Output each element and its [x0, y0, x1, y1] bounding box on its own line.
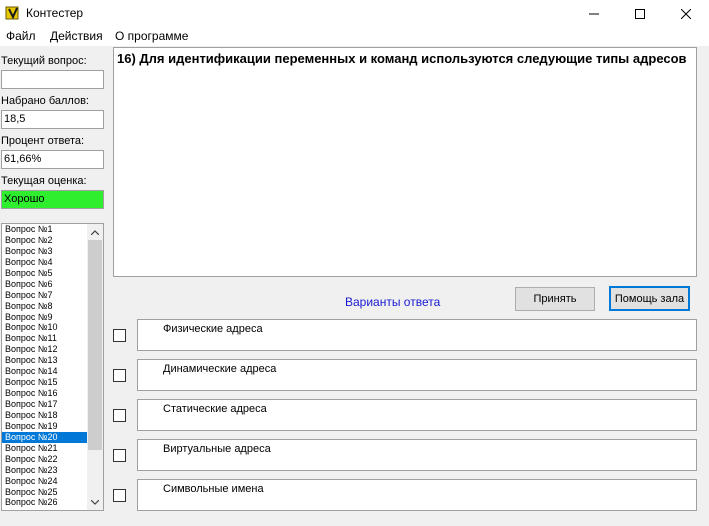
menu-actions[interactable]: Действия: [50, 29, 103, 43]
question-list-item[interactable]: Вопрос №25: [2, 487, 88, 498]
grade-field: Хорошо: [1, 190, 104, 209]
question-list-items: Вопрос №1 Вопрос №2 Вопрос №3 Вопрос №4 Вопр…: [2, 224, 88, 508]
question-list-item[interactable]: Вопрос №11: [2, 333, 88, 344]
minimize-button[interactable]: [571, 0, 617, 27]
answer-checkbox-4[interactable]: [113, 449, 126, 462]
question-list-item[interactable]: Вопрос №6: [2, 279, 88, 290]
scroll-down-button[interactable]: [87, 494, 103, 510]
answer-option-4[interactable]: Виртуальные адреса: [137, 439, 697, 471]
maximize-icon: [635, 8, 645, 19]
score-label: Набрано баллов:: [1, 95, 89, 107]
menu-bar: Файл Действия О программе: [0, 27, 709, 46]
question-text-box: 16) Для идентификации переменных и коман…: [113, 47, 697, 277]
maximize-button[interactable]: [617, 0, 663, 27]
answer-text-1: Физические адреса: [163, 323, 263, 335]
grade-label: Текущая оценка:: [1, 175, 87, 187]
question-list-item[interactable]: Вопрос №14: [2, 366, 88, 377]
question-list-item[interactable]: Вопрос №3: [2, 246, 88, 257]
help-button[interactable]: Помощь зала: [609, 286, 690, 311]
answer-checkbox-1[interactable]: [113, 329, 126, 342]
scroll-up-button[interactable]: [87, 224, 103, 240]
answer-option-3[interactable]: Статические адреса: [137, 399, 697, 431]
chevron-down-icon: [91, 499, 99, 505]
question-list-scrollbar[interactable]: [87, 224, 103, 510]
current-question-field[interactable]: [1, 70, 104, 89]
menu-file[interactable]: Файл: [6, 29, 36, 43]
variants-label: Варианты ответа: [345, 295, 441, 309]
question-list-item[interactable]: Вопрос №1: [2, 224, 88, 235]
close-icon: [681, 8, 691, 19]
chevron-up-icon: [91, 229, 99, 235]
minimize-icon: [589, 13, 599, 14]
close-button[interactable]: [663, 0, 709, 27]
question-list-item[interactable]: Вопрос №9: [2, 312, 88, 323]
answer-text-2: Динамические адреса: [163, 363, 277, 375]
score-field[interactable]: 18,5: [1, 110, 104, 129]
answer-option-2[interactable]: Динамические адреса: [137, 359, 697, 391]
question-list-item[interactable]: Вопрос №16: [2, 388, 88, 399]
question-list-item[interactable]: Вопрос №13: [2, 355, 88, 366]
answer-checkbox-2[interactable]: [113, 369, 126, 382]
question-list-item[interactable]: Вопрос №7: [2, 290, 88, 301]
question-list-item[interactable]: Вопрос №4: [2, 257, 88, 268]
percent-label: Процент ответа:: [1, 135, 85, 147]
answer-text-4: Виртуальные адреса: [163, 443, 271, 455]
question-list-item[interactable]: Вопрос №19: [2, 421, 88, 432]
app-icon: [5, 6, 19, 20]
question-list-item[interactable]: Вопрос №17: [2, 399, 88, 410]
percent-field[interactable]: 61,66%: [1, 150, 104, 169]
title-bar: Контестер: [0, 0, 709, 27]
question-list-item[interactable]: Вопрос №12: [2, 344, 88, 355]
question-list-item[interactable]: Вопрос №21: [2, 443, 88, 454]
accept-button[interactable]: Принять: [515, 287, 595, 311]
client-area: Текущий вопрос: Набрано баллов: 18,5 Про…: [0, 46, 709, 526]
question-list-item[interactable]: Вопрос №26: [2, 497, 88, 508]
menu-about[interactable]: О программе: [115, 29, 188, 43]
question-list-item[interactable]: Вопрос №5: [2, 268, 88, 279]
answer-checkbox-3[interactable]: [113, 409, 126, 422]
scroll-thumb[interactable]: [88, 240, 102, 450]
answer-option-1[interactable]: Физические адреса: [137, 319, 697, 351]
question-list-item[interactable]: Вопрос №22: [2, 454, 88, 465]
answer-option-5[interactable]: Символьные имена: [137, 479, 697, 511]
question-list-item[interactable]: Вопрос №8: [2, 301, 88, 312]
current-question-label: Текущий вопрос:: [1, 55, 87, 67]
question-list[interactable]: Вопрос №1 Вопрос №2 Вопрос №3 Вопрос №4 Вопр…: [1, 223, 104, 511]
question-list-item[interactable]: Вопрос №23: [2, 465, 88, 476]
question-list-item[interactable]: Вопрос №20: [2, 431, 88, 443]
question-list-item[interactable]: Вопрос №15: [2, 377, 88, 388]
question-list-item[interactable]: Вопрос №2: [2, 235, 88, 246]
window-title: Контестер: [26, 6, 84, 20]
question-list-item[interactable]: Вопрос №10: [2, 322, 88, 333]
answer-checkbox-5[interactable]: [113, 489, 126, 502]
question-list-item[interactable]: Вопрос №18: [2, 410, 88, 421]
question-list-item[interactable]: Вопрос №24: [2, 476, 88, 487]
answer-text-3: Статические адреса: [163, 403, 267, 415]
answer-text-5: Символьные имена: [163, 483, 264, 495]
